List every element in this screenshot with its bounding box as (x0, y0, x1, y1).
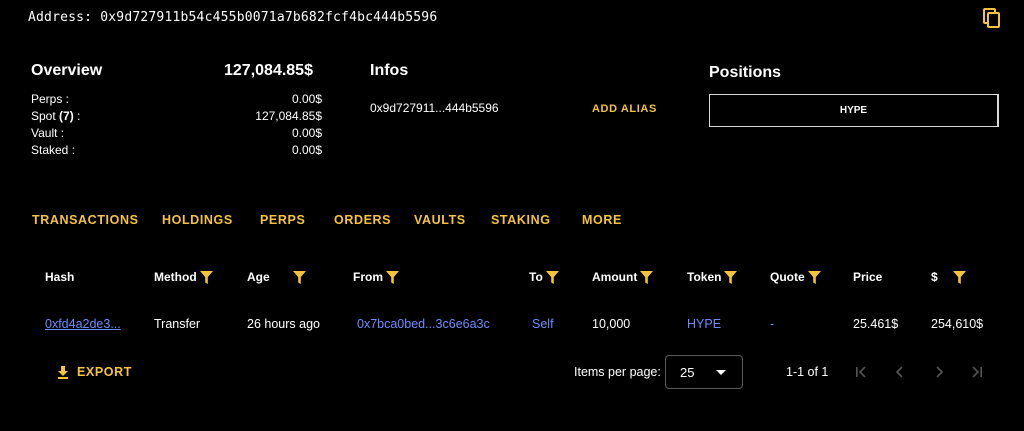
filter-icon[interactable] (545, 270, 559, 284)
overview-label: Spot (7) : (31, 109, 80, 123)
tab-orders[interactable]: ORDERS (334, 213, 391, 227)
items-per-page-label: Items per page: (574, 365, 661, 379)
header-label: Token (687, 270, 722, 284)
overview-value: 0.00$ (291, 126, 322, 140)
overview-value: 127,084.85$ (255, 109, 322, 123)
chevron-down-icon (716, 370, 726, 375)
cell-from-link[interactable]: 0x7bca0bed...3c6e6a3c (357, 317, 490, 331)
cell-method: Transfer (154, 317, 201, 331)
overview-total: 127,084.85$ (224, 62, 313, 79)
cell-amount: 10,000 (592, 317, 631, 331)
cell-usd: 254,610$ (931, 317, 984, 331)
overview-row-staked: Staked : 0.00$ (31, 143, 322, 160)
cell-to-link[interactable]: Self (532, 317, 554, 331)
header-method: Method (154, 270, 213, 284)
next-page-icon[interactable] (931, 364, 947, 380)
filter-icon[interactable] (807, 270, 821, 284)
spot-label-suffix: : (73, 109, 81, 123)
filter-icon[interactable] (292, 270, 306, 284)
header-label: Price (853, 270, 883, 284)
filter-icon[interactable] (724, 270, 738, 284)
cell-quote: - (770, 317, 775, 331)
export-label: EXPORT (77, 365, 132, 379)
overview-label: Vault : (31, 126, 65, 140)
header-label: Hash (45, 270, 75, 284)
last-page-icon[interactable] (969, 364, 985, 380)
infos-title: Infos (370, 62, 409, 79)
filter-icon[interactable] (952, 270, 966, 284)
info-address: 0x9d727911...444b5596 (370, 101, 499, 115)
tab-holdings[interactable]: HOLDINGS (162, 213, 233, 227)
spot-label-text: Spot (31, 109, 60, 123)
overview-title: Overview (31, 62, 103, 79)
header-hash: Hash (45, 270, 74, 284)
tab-vaults[interactable]: VAULTS (414, 213, 466, 227)
header-token: Token (687, 270, 738, 284)
add-alias-button[interactable]: ADD ALIAS (592, 103, 657, 115)
copy-icon[interactable] (980, 6, 1004, 30)
cell-hash-link[interactable]: 0xfd4a2de3... (45, 317, 121, 331)
overview-value: 0.00$ (291, 92, 322, 106)
header-amount: Amount (592, 270, 654, 284)
overview-label: Perps : (31, 92, 70, 106)
address-line: Address: 0x9d727911b54c455b0071a7b682fcf… (28, 10, 438, 25)
overview-row-spot: Spot (7) : 127,084.85$ (31, 109, 322, 126)
pagination-range: 1-1 of 1 (786, 365, 829, 379)
export-button[interactable]: EXPORT (57, 365, 132, 379)
cell-token-link[interactable]: HYPE (687, 317, 721, 331)
header-label: To (529, 270, 543, 284)
overview-label: Staked : (31, 143, 76, 157)
first-page-icon[interactable] (853, 364, 869, 380)
filter-icon[interactable] (199, 270, 213, 284)
cell-price: 25.461$ (853, 317, 899, 331)
tab-perps[interactable]: PERPS (260, 213, 305, 227)
tab-staking[interactable]: STAKING (491, 213, 551, 227)
header-label: Age (247, 270, 270, 284)
header-quote: Quote (770, 270, 821, 284)
filter-icon[interactable] (640, 270, 654, 284)
header-to: To (529, 270, 559, 284)
prev-page-icon[interactable] (892, 364, 908, 380)
header-age: Age (247, 270, 306, 284)
header-usd: $ (931, 270, 966, 284)
items-per-page-value: 25 (680, 364, 695, 380)
items-per-page-select[interactable]: 25 (665, 355, 743, 389)
positions-title: Positions (709, 64, 782, 81)
download-icon (58, 365, 68, 379)
overview-value: 0.00$ (291, 143, 322, 157)
cell-age: 26 hours ago (247, 317, 320, 331)
header-label: Quote (770, 270, 805, 284)
tab-more[interactable]: MORE (582, 213, 622, 227)
header-label: Amount (592, 270, 638, 284)
header-label: $ (931, 270, 938, 284)
header-label: Method (154, 270, 197, 284)
tab-transactions[interactable]: TRANSACTIONS (32, 213, 139, 227)
position-item-hype[interactable]: HYPE (709, 94, 999, 127)
header-price: Price (853, 270, 882, 284)
filter-icon[interactable] (386, 270, 399, 284)
overview-row-vault: Vault : 0.00$ (31, 126, 322, 143)
header-from: From (353, 270, 399, 284)
overview-row-perps: Perps : 0.00$ (31, 92, 322, 109)
header-label: From (353, 270, 383, 284)
spot-count: (7) (59, 109, 74, 123)
